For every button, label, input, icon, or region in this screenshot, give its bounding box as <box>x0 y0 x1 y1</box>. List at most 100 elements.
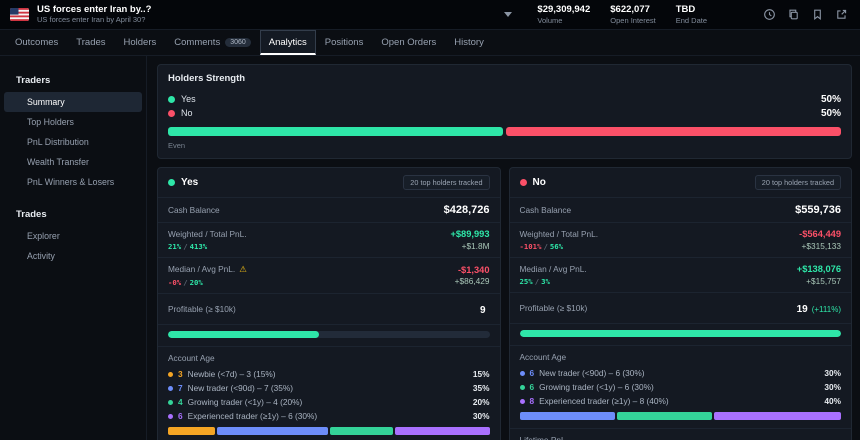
weighted-pnl-label: Weighted / Total PnL. <box>168 229 247 239</box>
tab-holders[interactable]: Holders <box>115 30 166 55</box>
market-nav-tabs: Outcomes Trades Holders Comments 3060 An… <box>0 30 860 56</box>
market-subtitle: US forces enter Iran by April 30? <box>37 16 151 25</box>
no-profitable-row: Profitable (≥ $10k) 19(+111%) <box>510 292 852 323</box>
sidebar-item-activity[interactable]: Activity <box>4 246 142 266</box>
sidebar-section-trades: Trades <box>0 204 146 226</box>
total-pnl-value: +$315,133 <box>799 241 841 251</box>
sidebar-item-explorer[interactable]: Explorer <box>4 226 142 246</box>
sidebar-item-pnl-winners-losers[interactable]: PnL Winners & Losers <box>4 172 142 192</box>
item-count: 3 <box>178 369 183 379</box>
sidebar-item-top-holders[interactable]: Top Holders <box>4 112 142 132</box>
open-interest-stat: $622,077 Open Interest <box>610 4 655 24</box>
yes-panel-header: Yes 20 top holders tracked <box>158 168 500 197</box>
open-interest-label: Open Interest <box>610 16 655 25</box>
bar-segment <box>168 427 215 435</box>
item-text: Experienced trader (≥1y) – 8 (40%) <box>539 396 669 406</box>
no-panel: No 20 top holders tracked Cash Balance $… <box>509 167 853 440</box>
sidebar-item-pnl-distribution[interactable]: PnL Distribution <box>4 132 142 152</box>
median-pnl-percents: -0%/20% <box>168 278 247 287</box>
no-weighted-pnl-row: Weighted / Total PnL. -101%/56% -$564,44… <box>510 222 852 257</box>
median-pnl-label-text: Median / Avg PnL. <box>520 264 587 274</box>
account-age-item: 8 Experienced trader (≥1y) – 8 (40%) 40% <box>520 396 842 406</box>
median-pct: 25% <box>520 277 533 286</box>
profitable-bar-track <box>520 330 842 337</box>
percent-separator: / <box>183 278 187 287</box>
bar-segment <box>217 427 327 435</box>
weighted-pnl-value: +$89,993 <box>450 229 489 241</box>
tab-label: History <box>454 37 484 48</box>
percent-separator: / <box>183 242 187 251</box>
item-percent: 30% <box>824 382 841 392</box>
profitable-bar-track <box>168 331 490 338</box>
newbie-dot-icon <box>168 372 173 377</box>
warning-icon: ⚠ <box>239 264 247 274</box>
no-profitable-bar-row <box>510 323 852 345</box>
bar-segment <box>330 427 393 435</box>
sidebar-item-wealth-transfer[interactable]: Wealth Transfer <box>4 152 142 172</box>
holders-strength-bar <box>168 127 841 136</box>
weighted-pct: -101% <box>520 242 542 251</box>
bookmark-icon[interactable] <box>811 8 824 21</box>
total-pct: 56% <box>550 242 563 251</box>
item-count: 8 <box>530 396 535 406</box>
avg-pnl-value: +$86,429 <box>455 276 490 286</box>
sidebar-item-summary[interactable]: Summary <box>4 92 142 112</box>
yes-panel-title: Yes <box>181 177 198 188</box>
tab-label: Outcomes <box>15 37 58 48</box>
tab-analytics[interactable]: Analytics <box>260 30 316 55</box>
profitable-value: 19 <box>797 304 808 315</box>
no-holders-tracked-badge: 20 top holders tracked <box>755 175 841 190</box>
yes-dot-icon <box>168 96 175 103</box>
yes-account-age-section: Account Age 3 Newbie (<7d) – 3 (15%) 15%… <box>158 346 500 440</box>
account-age-item: 6 Growing trader (<1y) – 6 (30%) 30% <box>520 382 842 392</box>
no-dot-icon <box>520 179 527 186</box>
legend-no-percent: 50% <box>821 108 841 119</box>
copy-icon[interactable] <box>787 8 800 21</box>
experienced-trader-dot-icon <box>520 399 525 404</box>
yes-bar-segment <box>168 127 503 136</box>
tab-trades[interactable]: Trades <box>67 30 114 55</box>
top-bar-actions <box>763 8 848 21</box>
item-percent: 30% <box>473 411 490 421</box>
clock-icon[interactable] <box>763 8 776 21</box>
us-flag-icon <box>10 8 29 21</box>
bar-segment <box>617 412 712 420</box>
profitable-bar-fill <box>168 331 319 338</box>
account-age-item: 3 Newbie (<7d) – 3 (15%) 15% <box>168 369 490 379</box>
yes-median-pnl-row: Median / Avg PnL.⚠ -0%/20% -$1,340 +$86,… <box>158 257 500 293</box>
share-icon[interactable] <box>835 8 848 21</box>
tab-label: Open Orders <box>381 37 436 48</box>
outcome-panels: Yes 20 top holders tracked Cash Balance … <box>157 167 852 440</box>
cash-balance-label: Cash Balance <box>168 205 220 215</box>
item-percent: 35% <box>473 383 490 393</box>
legend-no-row: No 50% <box>168 106 841 120</box>
profitable-label: Profitable (≥ $10k) <box>520 303 588 313</box>
profitable-label: Profitable (≥ $10k) <box>168 304 236 314</box>
legend-no-label: No <box>181 108 193 118</box>
item-count: 6 <box>178 411 183 421</box>
tab-open-orders[interactable]: Open Orders <box>372 30 445 55</box>
percent-separator: / <box>535 277 539 286</box>
item-text: Experienced trader (≥1y) – 6 (30%) <box>188 411 318 421</box>
no-panel-title: No <box>533 177 546 188</box>
median-pnl-label-text: Median / Avg PnL. <box>168 264 235 274</box>
no-cash-balance-row: Cash Balance $559,736 <box>510 197 852 222</box>
tab-outcomes[interactable]: Outcomes <box>6 30 67 55</box>
market-title-block: US forces enter Iran by..? US forces ent… <box>37 5 151 25</box>
yes-weighted-pnl-row: Weighted / Total PnL. 21%/413% +$89,993 … <box>158 222 500 257</box>
outcome-selector-button[interactable] <box>501 8 515 22</box>
tab-positions[interactable]: Positions <box>316 30 373 55</box>
yes-profitable-bar-row <box>158 324 500 346</box>
open-interest-value: $622,077 <box>610 4 655 15</box>
holders-strength-caption: Even <box>168 141 841 150</box>
analytics-main: Holders Strength Yes 50% No 50% Even <box>147 56 860 440</box>
avg-pct: 3% <box>541 277 550 286</box>
item-percent: 20% <box>473 397 490 407</box>
item-count: 7 <box>178 383 183 393</box>
tab-history[interactable]: History <box>445 30 493 55</box>
tab-label: Trades <box>76 37 105 48</box>
median-pct: -0% <box>168 278 181 287</box>
tab-label: Comments <box>174 37 220 48</box>
tab-comments[interactable]: Comments 3060 <box>165 30 260 55</box>
chevron-down-icon <box>504 12 512 17</box>
